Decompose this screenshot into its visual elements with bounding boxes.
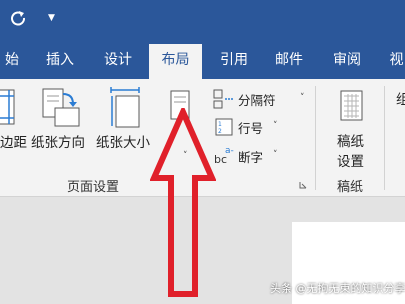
group-divider-2 (384, 86, 385, 190)
page-setup-group-label: 页面设置 (67, 180, 120, 195)
svg-text:1: 1 (218, 121, 222, 128)
paper-size-icon (108, 86, 142, 130)
manuscript-settings-button-line1[interactable]: 稿纸 (337, 130, 364, 150)
orientation-button[interactable]: 纸张方向 (31, 131, 85, 151)
page-setup-dialog-launcher-icon[interactable] (299, 181, 307, 189)
line-numbers-icon: 1 2 (215, 117, 235, 137)
tab-view[interactable]: 视 (388, 44, 405, 79)
breaks-icon (213, 89, 235, 109)
tab-references[interactable]: 引用 (214, 44, 254, 79)
orientation-icon (41, 86, 81, 128)
title-bar (0, 0, 405, 44)
tab-layout[interactable]: 布局 (149, 44, 202, 79)
line-numbers-dropdown-icon[interactable]: ˅ (273, 121, 278, 131)
manuscript-group-label: 稿纸 (337, 180, 364, 195)
customize-qat-icon[interactable]: ▼ (48, 13, 55, 23)
hyphenation-button[interactable]: 断字 (238, 147, 263, 166)
watermark: 头条 @无拘无束的知识分享 (270, 282, 405, 295)
redo-icon[interactable] (9, 9, 27, 27)
arrange-group-partial: 组 (396, 92, 405, 108)
breaks-button[interactable]: 分隔符 (238, 90, 276, 109)
group-divider (315, 86, 316, 190)
margins-button[interactable]: 边距 (0, 131, 27, 151)
hyphenation-icon: bc a- (213, 144, 237, 166)
svg-text:a-: a- (225, 146, 234, 156)
tab-review[interactable]: 审阅 (326, 44, 368, 79)
tab-design[interactable]: 设计 (97, 44, 139, 79)
tab-home[interactable]: 始 (0, 44, 24, 79)
paper-size-button[interactable]: 纸张大小 (96, 131, 150, 151)
line-numbers-button[interactable]: 行号 (238, 118, 263, 137)
margins-icon (0, 88, 18, 128)
breaks-dropdown-icon[interactable]: ˅ (300, 93, 305, 103)
svg-text:2: 2 (218, 128, 222, 135)
hyphenation-dropdown-icon[interactable]: ˅ (273, 150, 278, 160)
tab-insert[interactable]: 插入 (40, 44, 80, 79)
manuscript-icon (340, 90, 364, 122)
tab-mailings[interactable]: 邮件 (268, 44, 310, 79)
manuscript-settings-button-line2[interactable]: 设置 (337, 150, 364, 170)
annotation-arrow (150, 108, 216, 298)
